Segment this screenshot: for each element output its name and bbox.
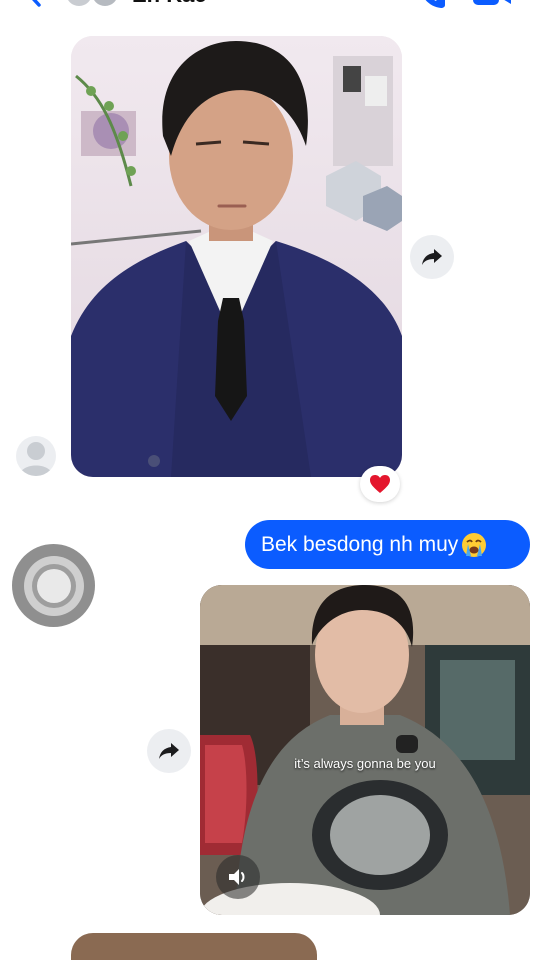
assistive-touch-button[interactable] [12, 544, 95, 627]
sender-avatar[interactable] [16, 436, 56, 476]
sound-toggle-button[interactable] [216, 855, 260, 899]
avatar [66, 0, 92, 6]
sent-message-text: Bek besdong nh muy [261, 532, 459, 556]
video-caption: it’s always gonna be you [294, 756, 436, 771]
avatar [92, 0, 118, 6]
conversation-header: Eh Kae [0, 0, 540, 12]
heart-reaction[interactable] [360, 466, 400, 502]
received-photo[interactable] [71, 36, 402, 477]
video-camera-icon[interactable] [472, 0, 512, 8]
contact-name[interactable]: Eh Kae [132, 0, 207, 8]
received-video[interactable]: it’s always gonna be you [200, 585, 530, 915]
contact-avatar-group[interactable] [66, 0, 122, 6]
sent-message-bubble[interactable]: Bek besdong nh muy [245, 520, 530, 569]
chevron-left-icon[interactable] [22, 0, 46, 8]
heart-icon [370, 475, 390, 493]
speaker-icon [229, 869, 245, 885]
crying-face-icon [462, 532, 487, 557]
share-arrow-icon [159, 743, 179, 759]
share-arrow-icon [422, 249, 442, 265]
forward-photo-button[interactable] [410, 235, 454, 279]
next-photo-preview[interactable] [71, 933, 317, 960]
photo-image [71, 36, 402, 477]
phone-icon[interactable] [418, 0, 448, 10]
forward-video-button[interactable] [147, 729, 191, 773]
